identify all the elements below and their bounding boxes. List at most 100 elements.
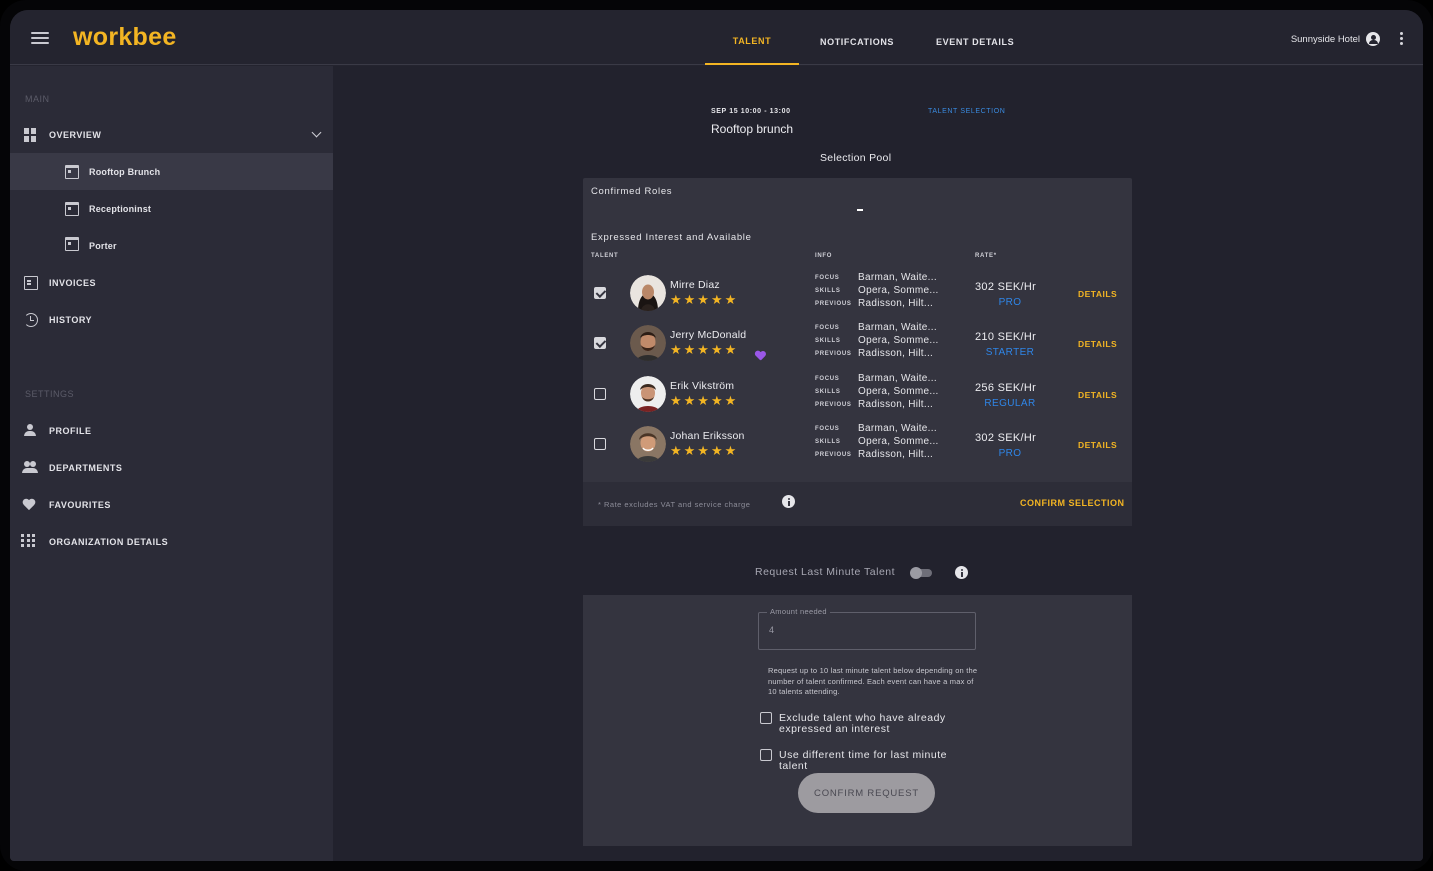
sidebar-item-label: INVOICES — [49, 277, 97, 288]
info-focus-value: Barman, Waite... — [858, 272, 937, 283]
sidebar-item-departments[interactable]: DEPARTMENTS — [10, 449, 333, 486]
talent-row: Erik Vikström ★★★★★ FOCUS Barman, Waite.… — [583, 373, 1132, 423]
info-focus-key: FOCUS — [815, 275, 840, 281]
sidebar-item-label: Receptioninst — [89, 203, 152, 214]
sidebar-item-history[interactable]: HISTORY — [10, 301, 333, 338]
sidebar-item-label: DEPARTMENTS — [49, 462, 123, 473]
exclude-interested-label: Exclude talent who have already expresse… — [779, 712, 946, 735]
different-time-checkbox[interactable] — [760, 749, 772, 761]
selection-pool-card: Confirmed Roles Expressed Interest and A… — [583, 178, 1132, 526]
user-menu[interactable]: Sunnyside Hotel — [1291, 32, 1380, 46]
logo: workbee — [73, 23, 177, 51]
info-previous-key: PREVIOUS — [815, 402, 852, 408]
sidebar-item-overview[interactable]: OVERVIEW — [10, 116, 333, 153]
sidebar: MAIN OVERVIEW Rooftop Brunch Receptionin… — [10, 66, 333, 861]
last-minute-card: Amount needed Request up to 10 last minu… — [583, 595, 1132, 846]
rating-stars: ★★★★★ — [670, 292, 739, 307]
sidebar-item-porter[interactable]: Porter — [10, 227, 333, 264]
top-bar: workbee TALENT NOTIFCATIONS EVENT DETAIL… — [10, 10, 1423, 65]
favourite-heart-icon — [755, 351, 765, 360]
sidebar-item-profile[interactable]: PROFILE — [10, 412, 333, 449]
amount-field[interactable]: Amount needed — [758, 607, 976, 650]
menu-icon[interactable] — [31, 32, 49, 44]
talent-rate: 256 SEK/Hr — [975, 382, 1037, 394]
details-link[interactable]: DETAILS — [1078, 390, 1117, 400]
info-skills-key: SKILLS — [815, 439, 841, 445]
talent-name: Johan Eriksson — [670, 430, 745, 442]
selection-pool-title: Selection Pool — [820, 152, 892, 164]
info-icon[interactable] — [782, 495, 795, 508]
sidebar-item-label: FAVOURITES — [49, 499, 111, 510]
tab-talent[interactable]: TALENT — [705, 10, 799, 65]
details-link[interactable]: DETAILS — [1078, 289, 1117, 299]
info-previous-key: PREVIOUS — [815, 452, 852, 458]
sidebar-item-favourites[interactable]: FAVOURITES — [10, 486, 333, 523]
select-checkbox[interactable] — [594, 438, 606, 450]
tab-notifications[interactable]: NOTIFCATIONS — [799, 10, 915, 65]
details-link[interactable]: DETAILS — [1078, 440, 1117, 450]
chevron-down-icon — [311, 127, 322, 138]
exclude-interested-checkbox[interactable] — [760, 712, 772, 724]
talent-name: Jerry McDonald — [670, 329, 747, 341]
history-icon — [24, 313, 38, 327]
amount-input[interactable] — [769, 625, 959, 635]
avatar — [630, 275, 666, 311]
sidebar-item-organization-details[interactable]: ORGANIZATION DETAILS — [10, 523, 333, 560]
avatar — [630, 426, 666, 462]
account-icon — [1366, 32, 1380, 46]
calendar-icon — [65, 165, 79, 179]
confirmed-roles-empty — [857, 209, 863, 211]
details-link[interactable]: DETAILS — [1078, 339, 1117, 349]
select-checkbox[interactable] — [594, 388, 606, 400]
column-header-info: INFO — [815, 253, 833, 259]
column-header-rate: RATE* — [975, 253, 997, 259]
sidebar-item-rooftop-brunch[interactable]: Rooftop Brunch — [10, 153, 333, 190]
sidebar-item-label: Porter — [89, 240, 117, 251]
sidebar-section-settings: SETTINGS — [25, 389, 75, 399]
confirm-request-button[interactable]: CONFIRM REQUEST — [798, 773, 935, 813]
info-skills-value: Opera, Somme... — [858, 335, 939, 346]
group-icon — [22, 461, 38, 475]
talent-row: Johan Eriksson ★★★★★ FOCUS Barman, Waite… — [583, 423, 1132, 473]
info-skills-value: Opera, Somme... — [858, 436, 939, 447]
sidebar-item-label: ORGANIZATION DETAILS — [49, 536, 169, 547]
organization-icon — [21, 534, 35, 548]
app-screen: workbee TALENT NOTIFCATIONS EVENT DETAIL… — [10, 10, 1423, 861]
info-focus-key: FOCUS — [815, 376, 840, 382]
last-minute-toggle[interactable] — [910, 567, 932, 579]
event-date: SEP 15 10:00 - 13:00 — [711, 108, 791, 115]
event-name: Rooftop brunch — [711, 122, 794, 136]
talent-rate: 302 SEK/Hr — [975, 432, 1037, 444]
talent-tier: REGULAR — [984, 398, 1036, 409]
talent-rate: 210 SEK/Hr — [975, 331, 1037, 343]
talent-tier: STARTER — [985, 347, 1035, 358]
info-previous-value: Radisson, Hilt... — [858, 298, 934, 309]
talent-rate: 302 SEK/Hr — [975, 281, 1037, 293]
info-skills-key: SKILLS — [815, 338, 841, 344]
calendar-icon — [65, 237, 79, 251]
select-checkbox[interactable] — [594, 287, 606, 299]
talent-tier: PRO — [998, 297, 1022, 308]
user-name: Sunnyside Hotel — [1290, 33, 1360, 45]
sidebar-item-label: PROFILE — [49, 425, 92, 436]
calendar-icon — [65, 202, 79, 216]
tab-event-details[interactable]: EVENT DETAILS — [915, 10, 1035, 65]
talent-row: Jerry McDonald ★★★★★ FOCUS Barman, Waite… — [583, 322, 1132, 372]
info-focus-value: Barman, Waite... — [858, 373, 937, 384]
rating-stars: ★★★★★ — [670, 342, 739, 357]
info-skills-key: SKILLS — [815, 288, 841, 294]
sidebar-item-label: Rooftop Brunch — [89, 166, 161, 177]
sidebar-item-receptionist[interactable]: Receptioninst — [10, 190, 333, 227]
select-checkbox[interactable] — [594, 337, 606, 349]
info-skills-value: Opera, Somme... — [858, 386, 939, 397]
info-icon[interactable] — [955, 566, 968, 579]
info-previous-key: PREVIOUS — [815, 301, 852, 307]
info-previous-value: Radisson, Hilt... — [858, 449, 934, 460]
sidebar-item-invoices[interactable]: INVOICES — [10, 264, 333, 301]
more-options-icon[interactable] — [1400, 32, 1404, 45]
rating-stars: ★★★★★ — [670, 393, 739, 408]
confirm-selection-button[interactable]: CONFIRM SELECTION — [1020, 498, 1125, 508]
avatar — [630, 376, 666, 412]
rate-footnote: * Rate excludes VAT and service charge — [598, 500, 751, 509]
talent-name: Erik Vikström — [670, 380, 735, 392]
